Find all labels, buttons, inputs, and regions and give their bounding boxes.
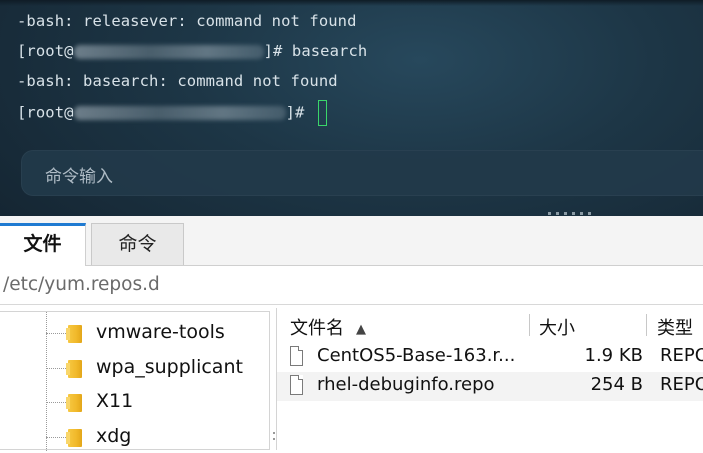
terminal-line: -bash: releasever: command not found bbox=[17, 10, 357, 32]
column-divider[interactable] bbox=[529, 314, 530, 336]
terminal-command: basearch bbox=[291, 42, 368, 60]
tab-commands[interactable]: 命令 bbox=[91, 223, 184, 265]
prompt-suffix: ]# bbox=[285, 103, 314, 122]
current-path[interactable]: /etc/yum.repos.d bbox=[3, 274, 160, 295]
file-panel-tabs: 文件 命令 bbox=[0, 216, 703, 266]
file-row[interactable]: rhel-debuginfo.repo 254 B REPO bbox=[277, 372, 703, 401]
tab-files[interactable]: 文件 bbox=[0, 223, 86, 266]
column-header-name[interactable]: 文件名 ▲ bbox=[290, 314, 366, 340]
file-size: 254 B bbox=[590, 374, 643, 395]
file-size: 1.9 KB bbox=[584, 345, 644, 366]
terminal-cursor bbox=[317, 100, 327, 126]
terminal-top-fade bbox=[0, 0, 703, 6]
terminal-line: [root@ ]# basearch bbox=[17, 40, 367, 62]
tree-item-xdg[interactable]: xdg bbox=[46, 423, 266, 453]
splitter-handle[interactable] bbox=[273, 432, 275, 434]
file-type: REPO bbox=[660, 345, 703, 366]
terminal-line: -bash: basearch: command not found bbox=[17, 70, 338, 92]
redacted-hostname bbox=[73, 106, 286, 120]
file-type: REPO bbox=[660, 374, 703, 395]
path-bar[interactable]: /etc/yum.repos.d bbox=[0, 266, 703, 305]
file-row[interactable]: CentOS5-Base-163.r... 1.9 KB REPO bbox=[277, 343, 703, 372]
tree-item-label: X11 bbox=[96, 390, 134, 412]
terminal-panel[interactable]: -bash: releasever: command not found [ro… bbox=[0, 0, 703, 216]
file-name: CentOS5-Base-163.r... bbox=[317, 345, 516, 366]
tree-item-vmware-tools[interactable]: vmware-tools bbox=[46, 319, 266, 349]
tree-item-label: wpa_supplicant bbox=[96, 356, 243, 378]
tree-item-label: vmware-tools bbox=[96, 321, 225, 343]
file-icon bbox=[290, 346, 303, 366]
folder-icon bbox=[66, 360, 82, 378]
folder-icon bbox=[66, 429, 82, 447]
prompt-prefix: [root@ bbox=[17, 103, 74, 122]
redacted-hostname bbox=[73, 44, 264, 59]
column-header-size[interactable]: 大小 bbox=[539, 314, 575, 340]
prompt-prefix: [root@ bbox=[17, 42, 74, 60]
command-input[interactable]: 命令输入 bbox=[21, 150, 703, 196]
terminal-output: -bash: basearch: command not found bbox=[17, 72, 338, 90]
splitter-handle[interactable] bbox=[273, 438, 275, 440]
file-icon bbox=[290, 375, 303, 395]
folder-icon bbox=[66, 394, 82, 412]
sort-ascending-icon: ▲ bbox=[356, 321, 366, 337]
tree-item-x11[interactable]: X11 bbox=[46, 388, 266, 418]
column-divider[interactable] bbox=[646, 314, 647, 336]
file-name: rhel-debuginfo.repo bbox=[317, 374, 495, 395]
command-input-placeholder: 命令输入 bbox=[45, 167, 113, 187]
column-header-type[interactable]: 类型 bbox=[657, 314, 693, 340]
directory-tree[interactable]: vmware-tools wpa_supplicant X11 xdg bbox=[0, 311, 270, 453]
terminal-output: -bash: releasever: command not found bbox=[17, 12, 357, 30]
file-list[interactable]: 文件名 ▲ 大小 类型 CentOS5-Base-163.r... 1.9 KB … bbox=[276, 308, 703, 450]
tree-item-wpa-supplicant[interactable]: wpa_supplicant bbox=[46, 354, 266, 384]
folder-icon bbox=[66, 325, 82, 343]
prompt-suffix: ]# bbox=[263, 42, 292, 60]
terminal-line: [root@ ]# bbox=[17, 100, 327, 126]
tree-item-label: xdg bbox=[96, 425, 132, 447]
